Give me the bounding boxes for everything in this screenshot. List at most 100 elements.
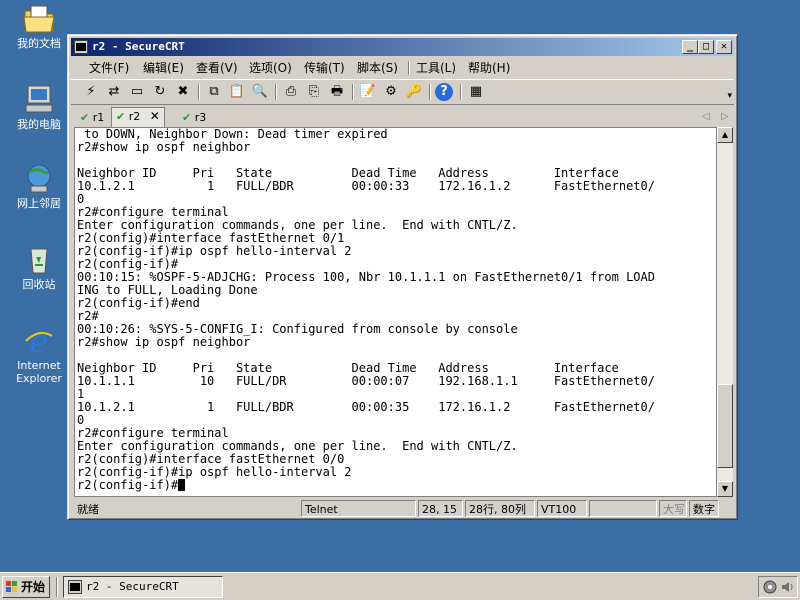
desktop-icon-label: 回收站 [22,278,56,291]
desktop-icon-recycle-bin[interactable]: 回收站 [3,243,75,291]
copy-icon[interactable]: ⧉ [204,83,224,101]
system-tray [758,576,798,598]
terminal-line: r2#show ip ospf neighbor [77,335,251,349]
windows-logo-icon [6,581,17,592]
disconnect-icon[interactable]: ✖ [173,83,193,101]
desktop-icon-label: 网上邻居 [17,197,61,210]
menu-edit[interactable]: 编辑(E) [141,58,186,78]
scroll-thumb[interactable] [717,384,733,469]
scroll-down-icon[interactable]: ▼ [717,481,733,497]
tab-r1[interactable]: ✔ r1 [76,109,108,127]
quick-connect-icon[interactable]: ⇄ [104,83,124,101]
terminal-line: r2#show ip ospf neighbor [77,140,251,154]
taskbar-divider [56,577,58,597]
network-icon [27,164,51,193]
find-icon[interactable]: 🔍 [250,83,270,101]
keymap-icon[interactable]: 🔑 [404,83,424,101]
tab-label: r3 [194,111,207,124]
terminal-line: 10.1.1.1 10 FULL/DR 00:00:07 192.168.1.1… [77,374,655,388]
print-selection-icon[interactable]: ⎘ [304,83,324,101]
window-title: r2 - SecureCRT [92,40,185,53]
minimize-button[interactable]: _ [682,40,698,54]
status-ready: 就绪 [77,503,99,516]
desktop-icon-my-documents[interactable]: 我的文档 [3,2,75,50]
toolbar-separator [429,84,431,100]
terminal-line: r2(config-if)# [77,478,179,492]
start-label: 开始 [21,580,46,594]
toolbar-separator [460,84,462,100]
title-bar[interactable]: r2 - SecureCRT _ □ ✕ [71,38,734,56]
help-icon[interactable]: ? [435,83,453,101]
menu-transfer[interactable]: 传输(T) [302,58,347,78]
reconnect-icon[interactable]: ↻ [150,83,170,101]
securecrt-window: r2 - SecureCRT _ □ ✕ 文件(F) 编辑(E) 查看(V) 选… [67,34,738,520]
print-setup-icon[interactable]: 🖶 [327,83,347,101]
maximize-button[interactable]: □ [698,40,714,54]
desktop-icon-internet-explorer[interactable]: e Internet Explorer [3,324,75,385]
toolbar-overflow-icon[interactable]: ▾ [727,92,732,101]
scroll-up-icon[interactable]: ▲ [717,127,733,143]
svg-text:e: e [30,324,49,356]
network-status-icon[interactable] [763,580,777,594]
desktop-icon-label: Internet Explorer [16,359,62,385]
menu-script[interactable]: 脚本(S) [355,58,400,78]
taskbar: 开始 r2 - SecureCRT [0,572,800,600]
connect-icon[interactable]: ⚡ [81,83,101,101]
desktop-icon-label: 我的电脑 [17,118,61,131]
print-icon[interactable]: ⎙ [281,83,301,101]
menu-separator [408,61,410,75]
session-tabs: ✔ r1 ✔ r2 ✕ ✔ r3 ◁ ▷ [71,107,734,127]
connect-in-tab-icon[interactable]: ▭ [127,83,147,101]
toolbar-separator [198,84,200,100]
terminal-line: r2(config-if)#end [77,296,200,310]
close-button[interactable]: ✕ [716,40,732,54]
tab-close-icon[interactable]: ✕ [150,108,160,125]
terminal-scrollbar[interactable]: ▲ ▼ [717,127,733,497]
status-terminal-size: 28行, 80列 [465,500,535,517]
terminal-line: 10.1.2.1 1 FULL/BDR 00:00:33 172.16.1.2 … [77,179,655,193]
terminal-prompt-line: r2(config-if)# [77,479,655,492]
volume-icon[interactable] [780,580,794,594]
status-bar: 就绪 Telnet 28, 15 28行, 80列 VT100 大写 数字 [71,499,734,518]
desktop-icon-network[interactable]: 网上邻居 [3,162,75,210]
menu-tools[interactable]: 工具(L) [414,58,458,78]
status-num-lock: 数字 [689,500,719,517]
toolbar: ⚡ ⇄ ▭ ↻ ✖ ⧉ 📋 🔍 ⎙ ⎘ 🖶 📝 ⚙ 🔑 ? ▦ ▾ [71,79,734,105]
recycle-bin-icon [30,248,48,274]
menu-file[interactable]: 文件(F) [87,58,131,78]
desktop-icon-label: 我的文档 [17,37,61,50]
status-cursor-position: 28, 15 [418,500,463,517]
status-caps-lock: 大写 [659,500,687,517]
tab-r3[interactable]: ✔ r3 [178,109,210,127]
tab-prev-icon[interactable]: ◁ [702,109,710,125]
menu-help[interactable]: 帮助(H) [466,58,512,78]
connected-check-icon: ✔ [182,111,192,124]
tab-label: r2 [128,110,141,123]
toolbar-separator [275,84,277,100]
connected-check-icon: ✔ [116,110,126,123]
global-options-icon[interactable]: ⚙ [381,83,401,101]
terminal-cursor [178,479,186,491]
securecrt-app-icon [68,580,82,594]
status-protocol: Telnet [301,500,416,517]
taskbar-item-securecrt[interactable]: r2 - SecureCRT [63,576,223,598]
terminal-lines: to DOWN, Neighbor Down: Dead timer expir… [77,128,655,492]
my-computer-icon [25,85,53,113]
map-icon[interactable]: ▦ [466,83,486,101]
start-button[interactable]: 开始 [2,576,50,598]
securecrt-app-icon [74,40,88,54]
menu-options[interactable]: 选项(O) [247,58,294,78]
paste-icon[interactable]: 📋 [227,83,247,101]
my-documents-icon [23,5,55,33]
tab-next-icon[interactable]: ▷ [721,109,729,125]
connected-check-icon: ✔ [80,111,90,124]
desktop-icon-my-computer[interactable]: 我的电脑 [3,83,75,131]
toolbar-separator [352,84,354,100]
session-options-icon[interactable]: 📝 [358,83,378,101]
terminal-line: 10.1.2.1 1 FULL/BDR 00:00:35 172.16.1.2 … [77,400,655,414]
internet-explorer-icon: e [25,324,53,356]
tab-r2[interactable]: ✔ r2 ✕ [111,107,165,127]
taskbar-item-label: r2 - SecureCRT [86,580,179,593]
menu-view[interactable]: 查看(V) [194,58,240,78]
terminal-output[interactable]: to DOWN, Neighbor Down: Dead timer expir… [74,127,717,497]
